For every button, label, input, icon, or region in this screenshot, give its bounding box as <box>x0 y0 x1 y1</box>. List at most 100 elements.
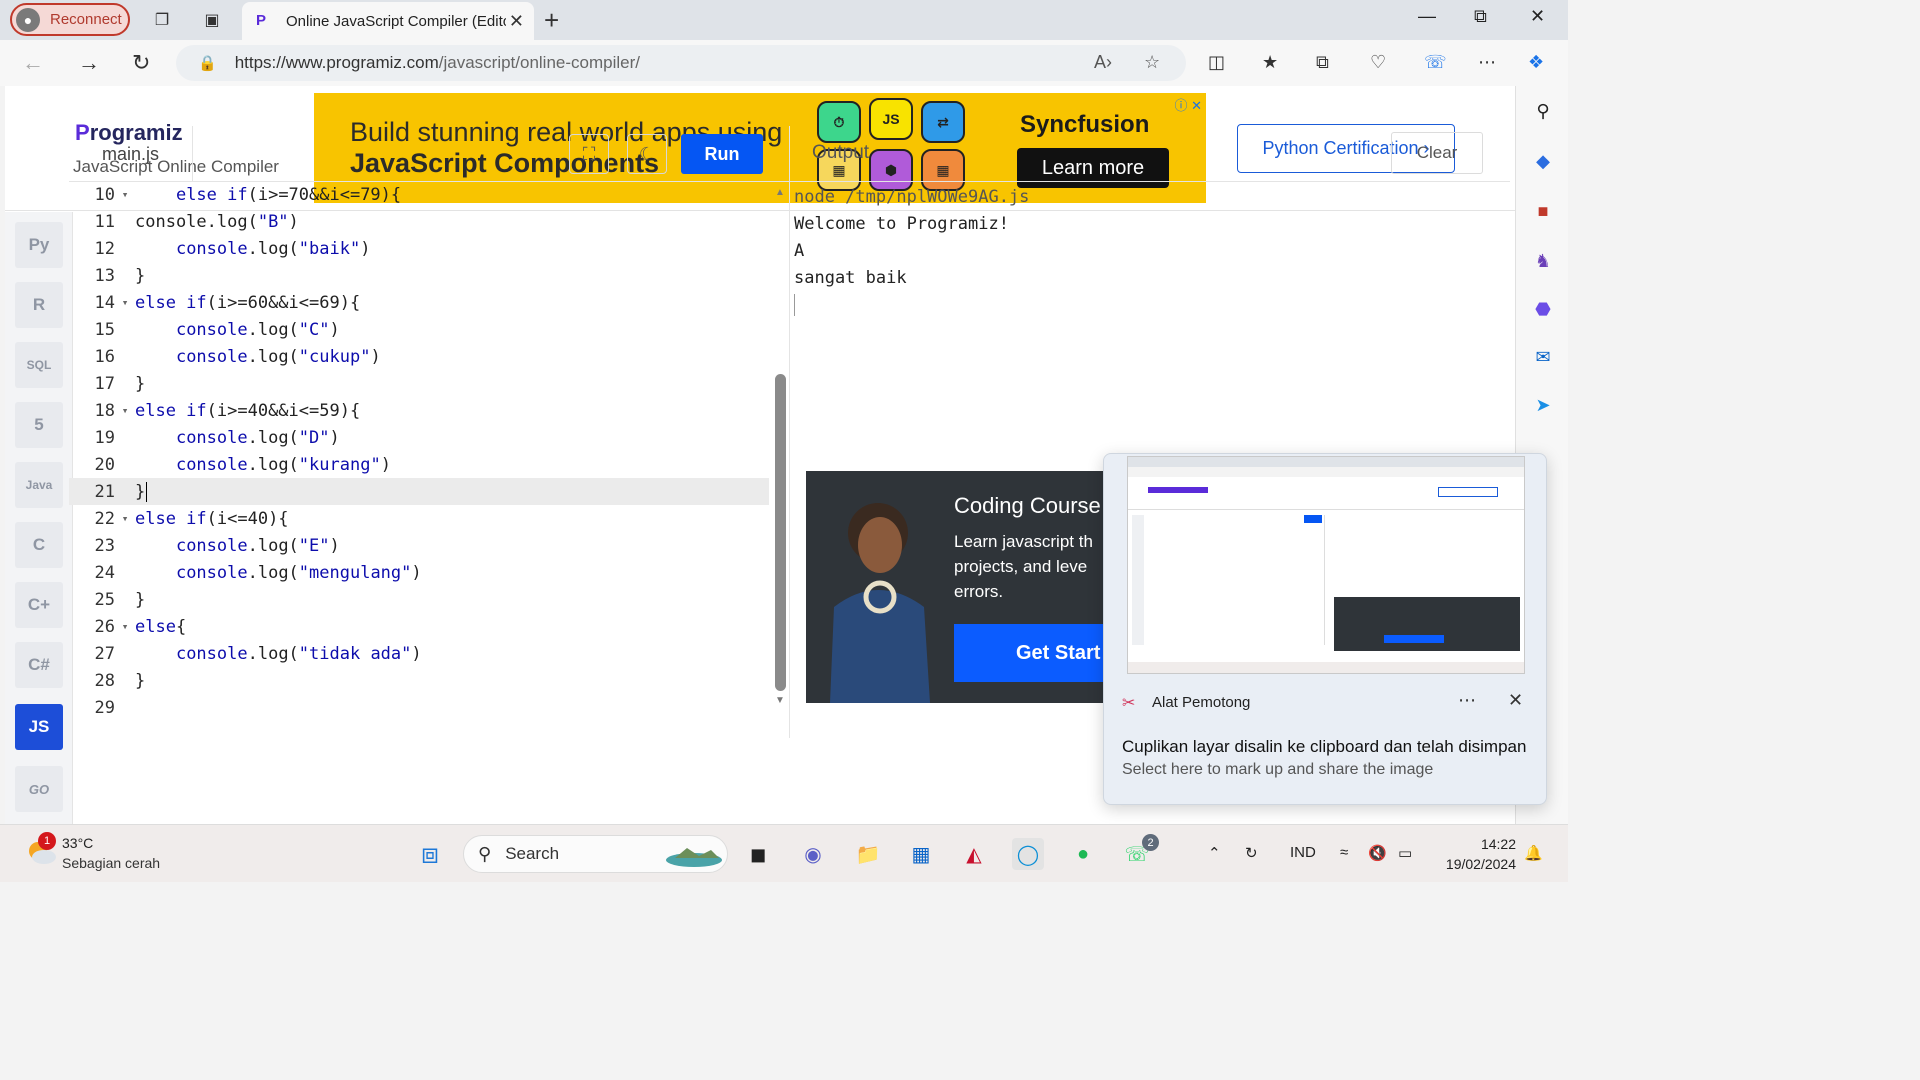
restore-icon[interactable]: ⧉ <box>1474 6 1487 27</box>
code-line[interactable]: 27 console.log("tidak ada") <box>69 640 769 667</box>
code-line[interactable]: 18 ▾ else if(i>=40&&i<=59){ <box>69 397 769 424</box>
sidebar-outlook-icon[interactable]: ✉ <box>1530 344 1556 370</box>
code-line[interactable]: 26 ▾ else{ <box>69 613 769 640</box>
edge-taskbar-icon[interactable]: ◯ <box>1012 838 1044 870</box>
file-tab-main-js[interactable]: main.js <box>69 126 193 182</box>
minimize-icon[interactable]: — <box>1418 6 1436 27</box>
go-lang-icon[interactable]: GO <box>15 766 63 812</box>
scroll-down-icon[interactable]: ▼ <box>775 695 785 706</box>
code-line[interactable]: 12 console.log("baik") <box>69 235 769 262</box>
spotify-icon[interactable]: ● <box>1067 838 1099 870</box>
fullscreen-icon[interactable]: ⛶ <box>569 134 609 174</box>
javascript-lang-icon[interactable]: JS <box>15 704 63 750</box>
show-hidden-icons-icon[interactable]: ⌃ <box>1208 844 1221 862</box>
teams-chat-icon[interactable]: ◉ <box>797 838 829 870</box>
sidebar-tag-icon[interactable]: ◆ <box>1530 148 1556 174</box>
code-line[interactable]: 14 ▾ else if(i>=60&&i<=69){ <box>69 289 769 316</box>
url-field[interactable]: 🔒 https://www.programiz.com/javascript/o… <box>176 45 1186 81</box>
split-screen-icon[interactable]: ◫ <box>1208 52 1225 73</box>
system-clock[interactable]: 14:22 19/02/2024 <box>1440 834 1516 874</box>
code-line[interactable]: 22 ▾ else if(i<=40){ <box>69 505 769 532</box>
code-line[interactable]: 28} <box>69 667 769 694</box>
code-line[interactable]: 15 console.log("C") <box>69 316 769 343</box>
fold-arrow-icon[interactable]: ▾ <box>115 404 135 417</box>
code-editor[interactable]: 10 ▾ else if(i>=70&&i<=79){11 console.log(… <box>69 181 769 718</box>
sidebar-tools-icon[interactable]: ■ <box>1530 198 1556 224</box>
close-window-icon[interactable]: ✕ <box>1530 6 1545 27</box>
sidebar-m365-icon[interactable]: ⬣ <box>1530 296 1556 322</box>
microsoft-store-icon[interactable]: ▦ <box>905 838 937 870</box>
refresh-icon[interactable]: ↻ <box>132 50 150 76</box>
notification-more-icon[interactable]: ⋯ <box>1458 690 1476 711</box>
run-button[interactable]: Run <box>681 134 763 174</box>
python-lang-icon[interactable]: Py <box>15 222 63 268</box>
language-indicator[interactable]: IND <box>1290 844 1316 861</box>
csharp-lang-icon[interactable]: C# <box>15 642 63 688</box>
notification-close-icon[interactable]: ✕ <box>1508 690 1523 711</box>
c-lang-icon[interactable]: C <box>15 522 63 568</box>
code-line[interactable]: 17} <box>69 370 769 397</box>
ad-choices-icon[interactable]: ⓘ ✕ <box>1174 95 1202 114</box>
fold-arrow-icon[interactable]: ▾ <box>115 296 135 309</box>
sidebar-games-icon[interactable]: ♞ <box>1530 248 1556 274</box>
scroll-thumb[interactable] <box>775 374 786 691</box>
dark-mode-moon-icon[interactable]: ☾ <box>627 134 667 174</box>
code-line[interactable]: 20 console.log("kurang") <box>69 451 769 478</box>
taskbar-search[interactable]: ⚲ Search <box>463 835 728 873</box>
code-line[interactable]: 11 console.log("B") <box>69 208 769 235</box>
windows-start-icon[interactable]: ⧈ <box>414 838 446 870</box>
snipping-tool-notification[interactable]: ✂ Alat Pemotong ⋯ ✕ Cuplikan layar disal… <box>1103 453 1547 805</box>
code-line[interactable]: 29 <box>69 694 769 721</box>
code-line[interactable]: 19 console.log("D") <box>69 424 769 451</box>
volume-muted-icon[interactable]: 🔇 <box>1368 844 1387 862</box>
code-line[interactable]: 25} <box>69 586 769 613</box>
tab-programiz[interactable]: P Online JavaScript Compiler (Edito ✕ <box>242 2 534 40</box>
favorites-icon[interactable]: ★ <box>1262 52 1278 73</box>
weather-description[interactable]: Sebagian cerah <box>62 855 160 871</box>
code-line[interactable]: 16 console.log("cukup") <box>69 343 769 370</box>
html-lang-icon[interactable]: 5 <box>15 402 63 448</box>
file-explorer-icon[interactable]: 📁 <box>852 838 884 870</box>
course-ad-cta-button[interactable]: Get Start <box>954 624 1106 682</box>
favorite-star-icon[interactable]: ☆ <box>1144 52 1160 73</box>
reconnect-button[interactable]: ● Reconnect <box>10 3 130 36</box>
fold-arrow-icon[interactable]: ▾ <box>115 188 135 201</box>
fold-arrow-icon[interactable]: ▾ <box>115 512 135 525</box>
mcafee-icon[interactable]: ◭ <box>958 838 990 870</box>
code-line[interactable]: 24 console.log("mengulang") <box>69 559 769 586</box>
browser-essentials-icon[interactable]: ♡ <box>1370 52 1386 73</box>
new-tab-icon[interactable]: + <box>544 5 559 36</box>
weather-temperature[interactable]: 33°C <box>62 835 93 851</box>
code-line[interactable]: 23 console.log("E") <box>69 532 769 559</box>
close-tab-icon[interactable]: ✕ <box>509 11 524 32</box>
code-line[interactable]: 21} <box>69 478 769 505</box>
collections-icon[interactable]: ⧉ <box>1316 52 1329 73</box>
code-line[interactable]: 10 ▾ else if(i>=70&&i<=79){ <box>69 181 769 208</box>
sync-icon[interactable]: ↻ <box>1245 844 1258 862</box>
scroll-up-icon[interactable]: ▲ <box>775 187 785 198</box>
editor-scrollbar[interactable]: ▲ ▼ <box>772 181 789 711</box>
cpp-lang-icon[interactable]: C+ <box>15 582 63 628</box>
code-line[interactable]: 13} <box>69 262 769 289</box>
sidebar-search-icon[interactable]: ⚲ <box>1530 98 1556 124</box>
forward-icon[interactable]: → <box>78 50 100 76</box>
coding-course-ad[interactable]: Coding Course Learn javascript th projec… <box>806 471 1106 703</box>
read-aloud-icon[interactable]: A› <box>1094 52 1112 73</box>
screenshot-thumbnail[interactable] <box>1127 456 1525 674</box>
back-icon[interactable]: ← <box>22 50 44 76</box>
edge-extension-icon[interactable]: ☏ <box>1424 52 1447 73</box>
sidebar-send-icon[interactable]: ➤ <box>1530 392 1556 418</box>
notification-bell-icon[interactable]: 🔔 <box>1524 844 1543 862</box>
wifi-icon[interactable]: ≈ <box>1340 844 1348 861</box>
fold-arrow-icon[interactable]: ▾ <box>115 620 135 633</box>
r-lang-icon[interactable]: R <box>15 282 63 328</box>
copilot-icon[interactable]: ❖ <box>1528 52 1544 73</box>
java-lang-icon[interactable]: Java <box>15 462 63 508</box>
workspaces-icon[interactable]: ❐ <box>150 8 174 32</box>
clear-button[interactable]: Clear <box>1391 132 1483 174</box>
tab-actions-icon[interactable]: ▣ <box>200 8 224 32</box>
battery-icon[interactable]: ▭ <box>1398 844 1412 862</box>
task-view-icon[interactable]: ◼ <box>742 838 774 870</box>
sql-lang-icon[interactable]: SQL <box>15 342 63 388</box>
more-options-icon[interactable]: ⋯ <box>1478 52 1496 73</box>
